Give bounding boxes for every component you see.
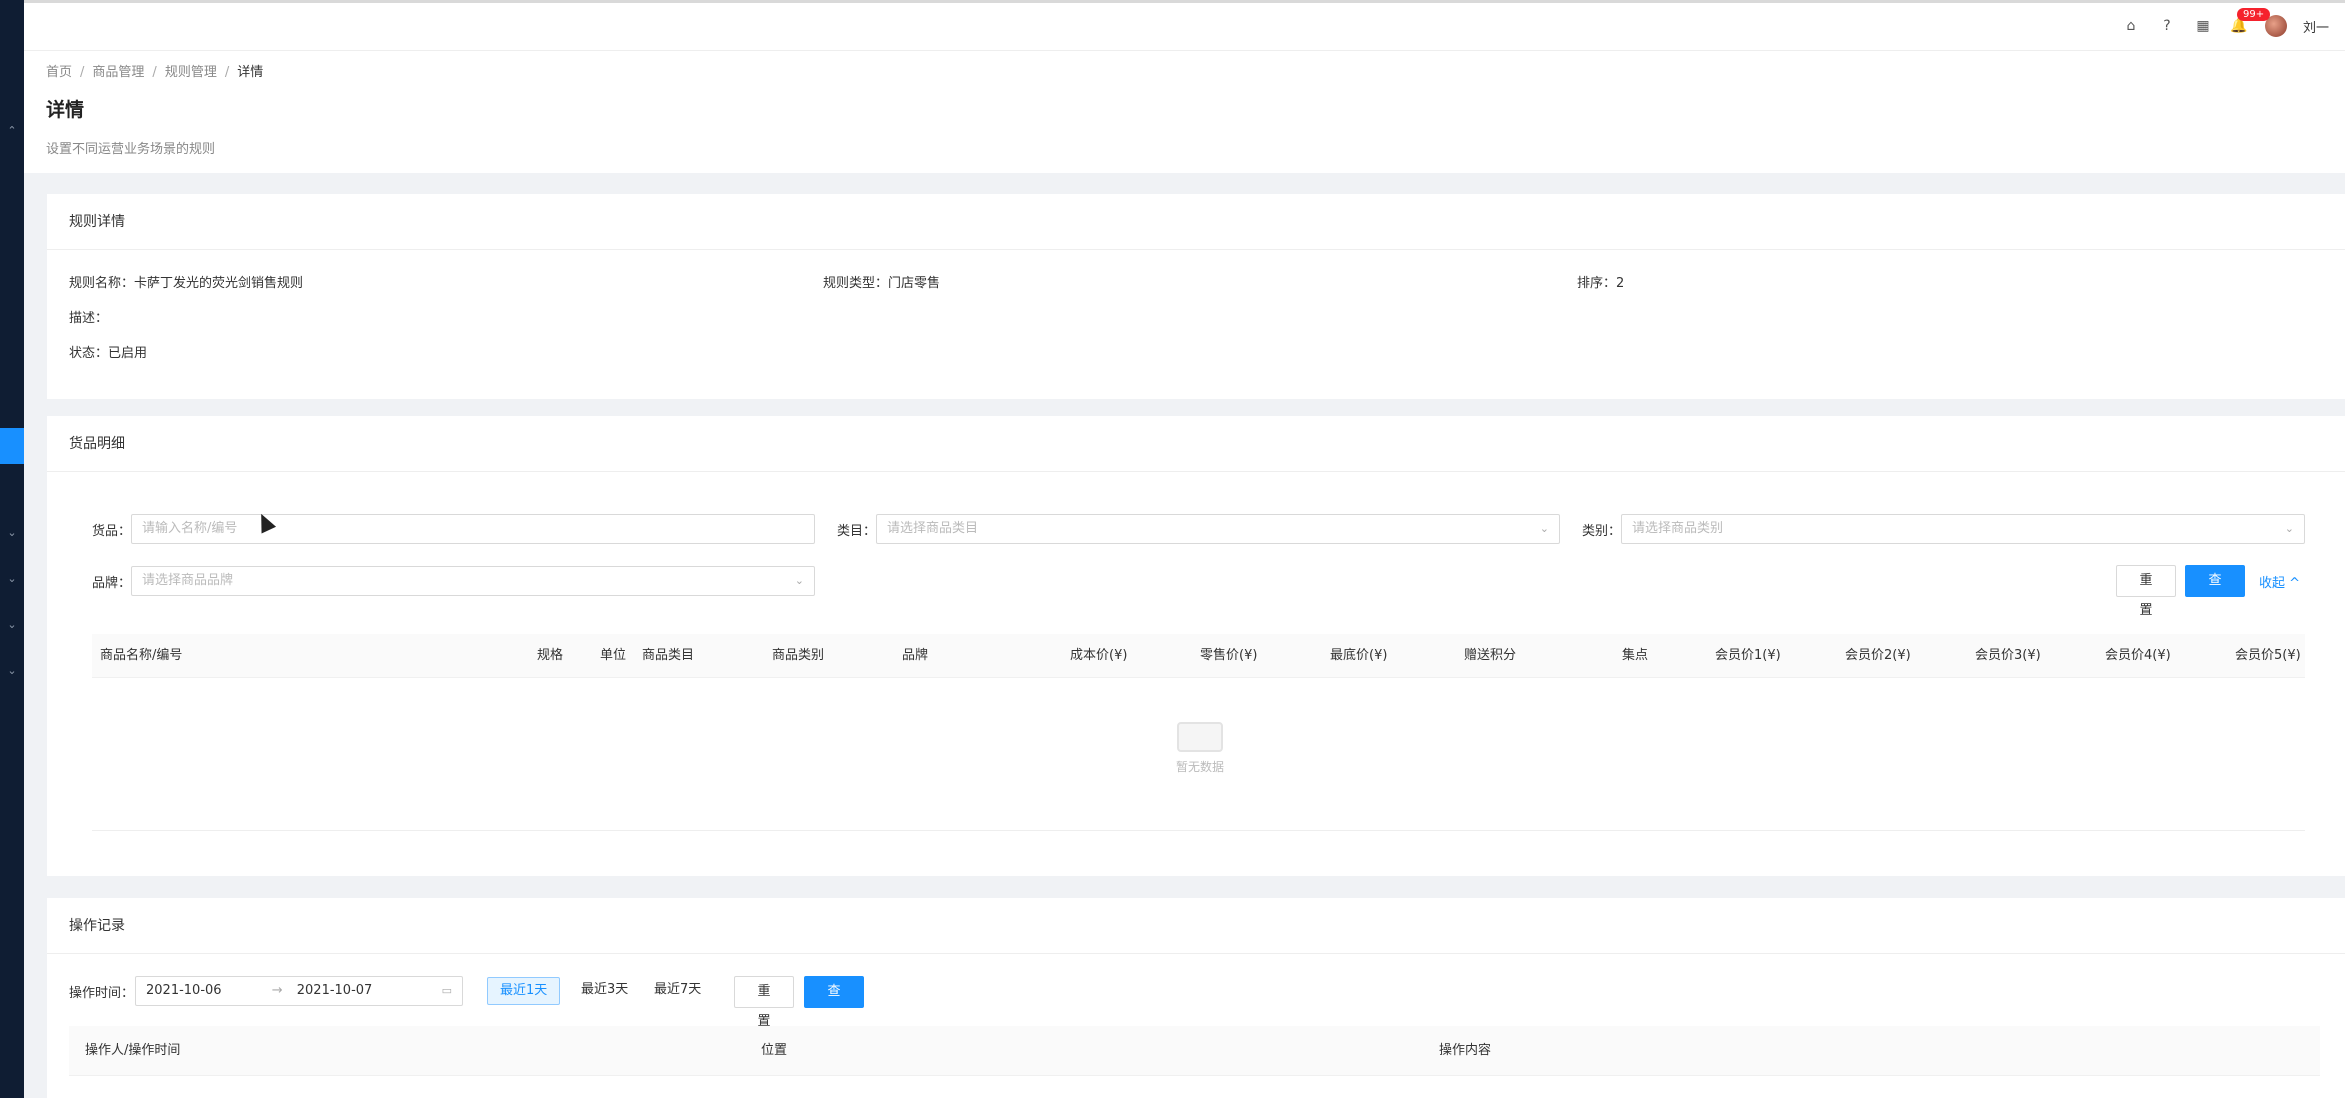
breadcrumb-item-goods[interactable]: 商品管理 (92, 65, 144, 80)
user-name[interactable]: 刘一 (2303, 17, 2329, 36)
home-icon[interactable]: ⌂ (2121, 16, 2141, 36)
column-header: 会员价4(¥) (2105, 648, 2171, 663)
rule-name: 规则名称：卡萨丁发光的荧光剑销售规则 (69, 276, 304, 291)
log-query-button[interactable]: 查 询 (804, 976, 864, 1029)
rule-detail-heading: 规则详情 (47, 194, 2345, 250)
range-tag-7d[interactable]: 最近7天 (642, 977, 713, 1005)
breadcrumb-item-current: 详情 (237, 65, 264, 80)
help-icon[interactable]: ? (2157, 16, 2177, 36)
table-divider (92, 830, 2305, 831)
category-filter-label: 类目： (837, 524, 877, 539)
column-header: 单位 (600, 648, 627, 663)
goods-table-header: 商品名称/编号 规格 单位 商品类目 商品类别 品牌 成本价(¥) 零售价(¥)… (92, 634, 2305, 678)
end-date[interactable]: 2021-10-07 (297, 983, 373, 998)
goods-detail-heading: 货品明细 (47, 416, 2345, 472)
class-select-placeholder: 请选择商品类别 (1632, 521, 1724, 536)
calendar-icon: ▭ (441, 984, 452, 997)
breadcrumb: 首页 / 商品管理 / 规则管理 / 详情 (46, 65, 264, 80)
column-header: 赠送积分 (1464, 648, 1517, 663)
category-select[interactable]: 请选择商品类目 ⌄ (876, 514, 1560, 544)
rule-description: 描述： (69, 311, 109, 326)
top-bar: ⌂ ? ▦ 🔔 99+ 刘一 (24, 0, 2345, 51)
chevron-down-icon: ⌄ (1539, 522, 1549, 535)
column-header: 会员价1(¥) (1715, 648, 1781, 663)
range-tag-1d[interactable]: 最近1天 (487, 977, 561, 1005)
column-header: 成本价(¥) (1070, 648, 1128, 663)
column-header: 商品名称/编号 (100, 648, 183, 663)
rule-type: 规则类型：门店零售 (823, 276, 941, 291)
chevron-down-icon: ⌄ (2284, 522, 2294, 535)
column-header: 最底价(¥) (1330, 648, 1388, 663)
goods-filter-label: 货品： (92, 524, 132, 539)
empty-text: 暂无数据 (1175, 760, 1224, 774)
brand-select-placeholder: 请选择商品品牌 (142, 573, 234, 588)
column-header: 操作人/操作时间 (85, 1043, 181, 1058)
column-header: 集点 (1622, 648, 1649, 663)
column-header: 商品类别 (772, 648, 825, 663)
page-description: 设置不同运营业务场景的规则 (46, 142, 216, 157)
sidebar-active-item[interactable] (0, 428, 24, 464)
brand-select[interactable]: 请选择商品品牌 ⌄ (131, 566, 815, 596)
chevron-down-icon[interactable]: ⌄ (0, 572, 24, 585)
chevron-down-icon: ⌄ (794, 574, 804, 587)
column-header: 零售价(¥) (1200, 648, 1258, 663)
column-header: 位置 (761, 1043, 788, 1058)
column-header: 会员价2(¥) (1845, 648, 1911, 663)
goods-query-button[interactable]: 查 询 (2185, 565, 2245, 618)
operation-log-card: 操作记录 操作时间： 2021-10-06 → 2021-10-07 ▭ 最近1… (47, 898, 2345, 1098)
class-select[interactable]: 请选择商品类别 ⌄ (1621, 514, 2305, 544)
class-filter-label: 类别： (1582, 524, 1622, 539)
empty-state: 暂无数据 (1150, 722, 1250, 775)
collapse-link[interactable]: 收起 ^ (2259, 572, 2300, 591)
rule-sort: 排序：2 (1577, 276, 1625, 291)
column-header: 会员价3(¥) (1975, 648, 2041, 663)
operation-time-label: 操作时间： (69, 986, 135, 1001)
column-header: 商品类目 (642, 648, 695, 663)
range-arrow: → (271, 983, 283, 998)
category-select-placeholder: 请选择商品类目 (887, 521, 979, 536)
inbox-icon (1177, 722, 1223, 752)
breadcrumb-item-rules[interactable]: 规则管理 (165, 65, 217, 80)
date-range-picker[interactable]: 2021-10-06 → 2021-10-07 ▭ (135, 976, 463, 1006)
column-header: 规格 (537, 648, 564, 663)
chevron-up-icon[interactable]: ⌃ (0, 124, 24, 137)
goods-detail-card: 货品明细 货品： 请输入名称/编号 类目： 请选择商品类目 ⌄ 类别： 请选择商… (47, 416, 2345, 876)
apps-icon[interactable]: ▦ (2193, 16, 2213, 36)
chevron-down-icon[interactable]: ⌄ (0, 526, 24, 539)
rule-status: 状态：已启用 (69, 346, 148, 361)
breadcrumb-item-home[interactable]: 首页 (46, 65, 72, 80)
start-date[interactable]: 2021-10-06 (146, 983, 222, 998)
chevron-down-icon[interactable]: ⌄ (0, 618, 24, 631)
brand-filter-label: 品牌： (92, 576, 132, 591)
chevron-down-icon[interactable]: ⌄ (0, 664, 24, 677)
column-header: 品牌 (902, 648, 929, 663)
page-header: 首页 / 商品管理 / 规则管理 / 详情 详情 设置不同运营业务场景的规则 (24, 51, 2345, 173)
rule-detail-card: 规则详情 规则名称：卡萨丁发光的荧光剑销售规则 规则类型：门店零售 排序：2 描… (47, 194, 2345, 399)
goods-reset-button[interactable]: 重 置 (2116, 565, 2176, 618)
sidebar: ⌃ ⌄ ⌄ ⌄ ⌄ (0, 0, 24, 1098)
notification-badge: 99+ (2236, 8, 2271, 21)
bell-icon[interactable]: 🔔 99+ (2229, 8, 2271, 36)
log-table-header: 操作人/操作时间 位置 操作内容 (69, 1026, 2320, 1076)
page-title: 详情 (46, 99, 85, 121)
column-header: 会员价5(¥) (2235, 648, 2301, 663)
range-tag-3d[interactable]: 最近3天 (569, 977, 640, 1005)
log-reset-button[interactable]: 重 置 (734, 976, 794, 1029)
goods-search-input[interactable]: 请输入名称/编号 (131, 514, 815, 544)
column-header: 操作内容 (1439, 1043, 1492, 1058)
operation-log-heading: 操作记录 (47, 898, 2345, 954)
